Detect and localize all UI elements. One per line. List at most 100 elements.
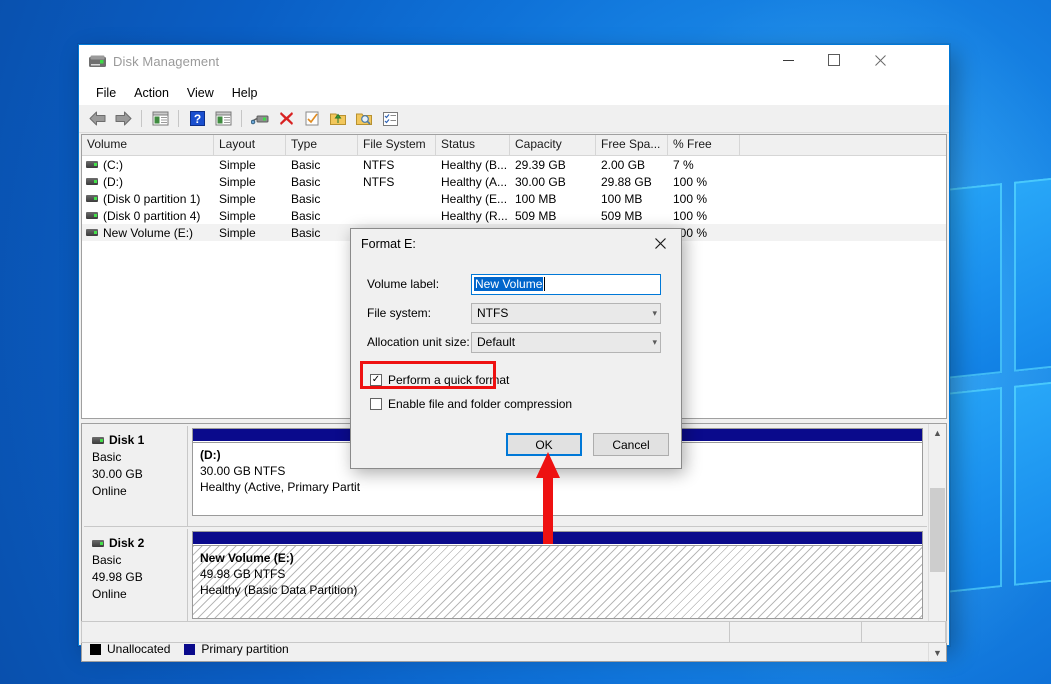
status-bar (81, 621, 947, 643)
maximize-button[interactable] (811, 45, 857, 75)
toolbar-separator (241, 110, 242, 127)
partition-status: Healthy (Basic Data Partition) (200, 582, 922, 598)
minimize-icon (783, 60, 794, 61)
volume-name: (C:) (103, 158, 123, 172)
volume-cell: (Disk 0 partition 1) (82, 192, 214, 206)
percent-free-cell: 100 % (668, 175, 740, 189)
task-list-icon (383, 112, 398, 126)
legend-label-unallocated: Unallocated (107, 642, 170, 656)
volume-cell: (C:) (82, 158, 214, 172)
free-space-cell: 100 MB (596, 192, 668, 206)
table-row[interactable]: (D:) Simple Basic NTFS Healthy (A... 30.… (82, 173, 946, 190)
column-header-type[interactable]: Type (286, 135, 358, 155)
compression-row[interactable]: Enable file and folder compression (351, 395, 681, 413)
allocation-unit-size-label: Allocation unit size: (367, 335, 471, 349)
volume-cell: (Disk 0 partition 4) (82, 209, 214, 223)
scrollbar-thumb[interactable] (930, 488, 945, 572)
disk-size: 49.98 GB (92, 569, 187, 586)
compression-label: Enable file and folder compression (388, 397, 572, 411)
back-button[interactable] (85, 108, 109, 130)
check-icon (305, 111, 319, 126)
file-system-select[interactable]: NTFS ▾ (471, 303, 661, 324)
status-cell: Healthy (R... (436, 209, 510, 223)
text-caret (544, 277, 545, 291)
table-row[interactable]: (Disk 0 partition 1) Simple Basic Health… (82, 190, 946, 207)
volume-name: (Disk 0 partition 1) (103, 192, 200, 206)
free-space-cell: 2.00 GB (596, 158, 668, 172)
volume-list-header: Volume Layout Type File System Status Ca… (82, 135, 946, 156)
disk-name: Disk 1 (109, 432, 144, 449)
column-header-file-system[interactable]: File System (358, 135, 436, 155)
scroll-up-button[interactable]: ▲ (929, 424, 946, 441)
cancel-button[interactable]: Cancel (593, 433, 669, 456)
quick-format-row[interactable]: ✓ Perform a quick format (351, 371, 681, 389)
column-header-volume[interactable]: Volume (82, 135, 214, 155)
drive-icon (86, 212, 98, 219)
check-button[interactable] (300, 108, 324, 130)
file-system-label: File system: (367, 306, 471, 320)
compression-checkbox[interactable] (370, 398, 382, 410)
volume-label-input[interactable]: New Volume (471, 274, 661, 295)
column-header-blank[interactable] (740, 135, 946, 155)
status-segment-left (82, 622, 730, 642)
column-header-layout[interactable]: Layout (214, 135, 286, 155)
up-one-level-button[interactable] (148, 108, 172, 130)
layout-cell: Simple (214, 158, 286, 172)
column-header-free-space[interactable]: Free Spa... (596, 135, 668, 155)
table-row[interactable]: (Disk 0 partition 4) Simple Basic Health… (82, 207, 946, 224)
column-header-percent-free[interactable]: % Free (668, 135, 740, 155)
partition-label: New Volume (E:) (200, 551, 294, 565)
chevron-down-icon: ▾ (652, 337, 657, 348)
quick-format-checkbox[interactable]: ✓ (370, 374, 382, 386)
forward-button[interactable] (111, 108, 135, 130)
capacity-cell: 100 MB (510, 192, 596, 206)
delete-button[interactable] (274, 108, 298, 130)
drive-icon (86, 195, 98, 202)
volume-name: (Disk 0 partition 4) (103, 209, 200, 223)
allocation-unit-size-select[interactable]: Default ▾ (471, 332, 661, 353)
search-button[interactable] (352, 108, 376, 130)
status-cell: Healthy (E... (436, 192, 510, 206)
volume-name: (D:) (103, 175, 123, 189)
drive-icon (86, 178, 98, 185)
delete-icon (279, 111, 294, 126)
disk-header: Disk 2 Basic 49.98 GB Online (84, 529, 188, 629)
dialog-close-button[interactable] (639, 229, 681, 257)
properties-button[interactable] (248, 108, 272, 130)
menu-item-file[interactable]: File (87, 83, 125, 103)
svg-text:?: ? (193, 112, 200, 126)
disk-state: Online (92, 483, 187, 500)
legend-swatch-primary-partition (184, 644, 195, 655)
free-space-cell: 509 MB (596, 209, 668, 223)
title-bar: Disk Management (79, 45, 949, 81)
capacity-cell: 30.00 GB (510, 175, 596, 189)
volume-label-label: Volume label: (367, 277, 471, 291)
export-list-button[interactable] (326, 108, 350, 130)
disk-icon (92, 540, 104, 547)
column-header-capacity[interactable]: Capacity (510, 135, 596, 155)
status-segment-middle (730, 622, 862, 642)
table-row[interactable]: (C:) Simple Basic NTFS Healthy (B... 29.… (82, 156, 946, 173)
logo-pane (1014, 165, 1051, 372)
scroll-down-button[interactable]: ▼ (929, 644, 946, 661)
disk-icon (92, 437, 104, 444)
allocation-unit-size-value: Default (477, 335, 515, 349)
task-list-button[interactable] (378, 108, 402, 130)
help-button[interactable]: ? (185, 108, 209, 130)
minimize-button[interactable] (765, 45, 811, 75)
layout-cell: Simple (214, 226, 286, 240)
disk-row[interactable]: Disk 2 Basic 49.98 GB Online New Volume … (84, 529, 927, 630)
maximize-icon (828, 54, 840, 66)
filesystem-cell: NTFS (358, 175, 436, 189)
menu-item-action[interactable]: Action (125, 83, 178, 103)
dialog-title: Format E: (361, 237, 416, 251)
forward-icon (115, 111, 132, 126)
show-hide-console-tree-button[interactable] (211, 108, 235, 130)
column-header-status[interactable]: Status (436, 135, 510, 155)
back-icon (89, 111, 106, 126)
menu-item-help[interactable]: Help (223, 83, 267, 103)
partition-block[interactable]: New Volume (E:) 49.98 GB NTFS Healthy (B… (192, 531, 923, 619)
quick-format-label: Perform a quick format (388, 373, 509, 387)
close-button[interactable] (857, 45, 903, 75)
menu-item-view[interactable]: View (178, 83, 223, 103)
